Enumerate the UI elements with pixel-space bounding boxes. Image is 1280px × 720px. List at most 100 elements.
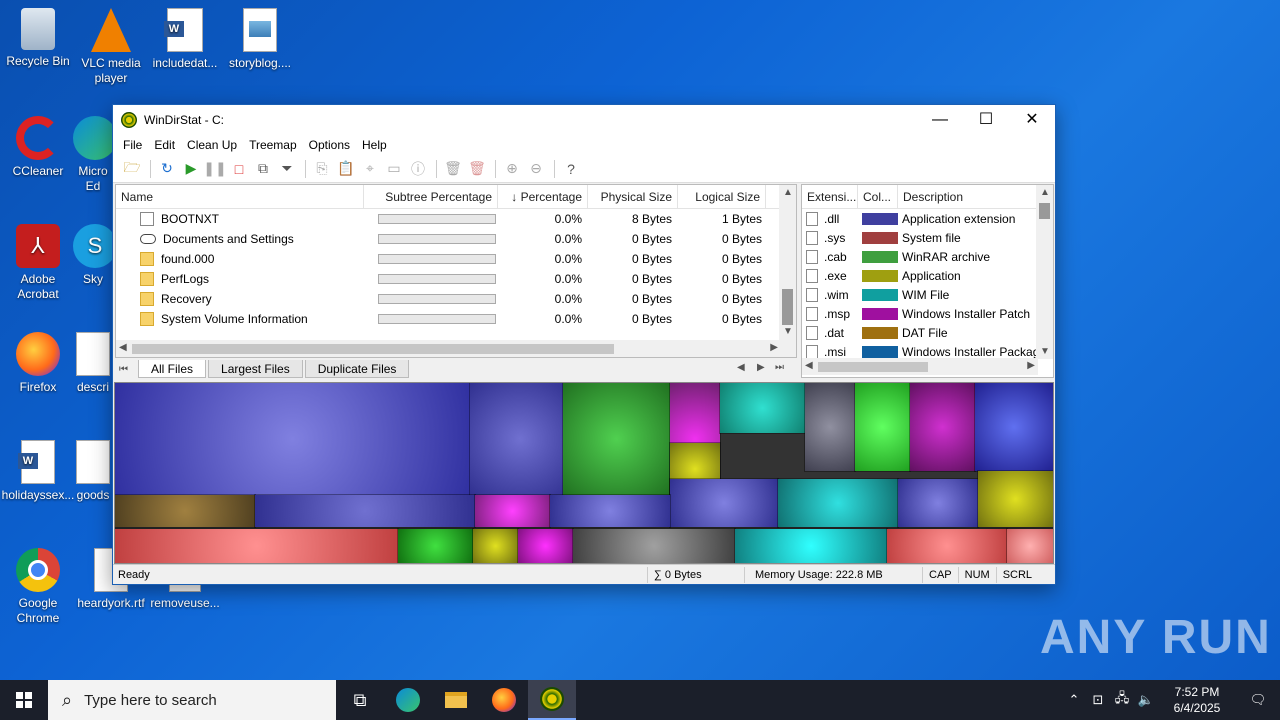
desktop-icon-goods[interactable]: goods: [73, 440, 113, 503]
scroll-right-arrow[interactable]: ▶: [1027, 360, 1035, 371]
close-button[interactable]: ✕: [1009, 105, 1055, 135]
treemap-block[interactable]: [115, 494, 256, 528]
desktop-icon-storyblog[interactable]: storyblog....: [222, 8, 298, 71]
tab-prev-icon[interactable]: ◀: [737, 362, 745, 373]
desktop-icon-holidayssex[interactable]: W holidayssex...: [0, 440, 76, 503]
network-icon[interactable]: 🖧: [1110, 689, 1134, 711]
scroll-thumb[interactable]: [818, 362, 928, 372]
pause-icon[interactable]: ❚❚: [203, 158, 226, 180]
scroll-right-arrow[interactable]: ▶: [770, 342, 778, 353]
scroll-down-arrow[interactable]: ▼: [783, 326, 793, 337]
desktop-icon-ccleaner[interactable]: CCleaner: [0, 116, 76, 179]
copy-path-icon[interactable]: ⎘: [311, 158, 333, 180]
desktop-icon-includedat[interactable]: W includedat...: [147, 8, 223, 71]
desktop-icon-firefox[interactable]: Firefox: [0, 332, 76, 395]
treemap-block[interactable]: [469, 383, 571, 496]
clock[interactable]: 7:52 PM 6/4/2025: [1158, 684, 1236, 716]
recycle-delete-icon[interactable]: 🗑: [442, 158, 464, 180]
scroll-up-arrow[interactable]: ▲: [1040, 187, 1050, 198]
ext-vertical-scrollbar[interactable]: ▲ ▼: [1036, 185, 1053, 359]
tab-first-icon[interactable]: ⏮: [119, 364, 128, 375]
refresh-icon[interactable]: ↻: [156, 158, 178, 180]
extension-list[interactable]: Extensi... Col... Description .dll Applic…: [801, 184, 1054, 378]
treemap-block[interactable]: [115, 528, 399, 563]
menu-clean-up[interactable]: Clean Up: [181, 138, 243, 152]
tab-all-files[interactable]: All Files: [138, 360, 207, 378]
task-view-icon[interactable]: ⧉: [336, 680, 384, 720]
edge-taskbar-icon[interactable]: [384, 680, 432, 720]
treemap-block[interactable]: [472, 528, 519, 563]
extension-row[interactable]: .dll Application extension: [802, 209, 1053, 228]
tree-row[interactable]: Recovery 0.0% 0 Bytes 0 Bytes: [116, 289, 796, 309]
desktop-icon-skype[interactable]: S Sky: [73, 224, 113, 287]
extension-row[interactable]: .exe Application: [802, 266, 1053, 285]
extension-row[interactable]: .msp Windows Installer Patch: [802, 304, 1053, 323]
scroll-thumb[interactable]: [782, 289, 793, 325]
treemap-block[interactable]: [254, 494, 476, 528]
explorer-icon[interactable]: ⌖: [359, 158, 381, 180]
tab-last-icon[interactable]: ⏭: [775, 362, 784, 373]
treemap-block[interactable]: [397, 528, 474, 563]
play-icon[interactable]: ▶: [180, 158, 202, 180]
column-physical-size[interactable]: Physical Size: [588, 185, 678, 208]
desktop-icon-recycle-bin[interactable]: Recycle Bin: [0, 8, 76, 69]
tree-horizontal-scrollbar[interactable]: ◀ ▶: [116, 340, 781, 357]
treemap-block[interactable]: [897, 478, 979, 528]
tab-next-icon[interactable]: ▶: [757, 362, 765, 373]
desktop-icon-descri[interactable]: descri: [73, 332, 113, 395]
notification-icon[interactable]: 🗨: [1236, 692, 1280, 708]
directory-tree[interactable]: Name Subtree Percentage ↓ Percentage Phy…: [115, 184, 797, 358]
tree-row[interactable]: found.000 0.0% 0 Bytes 0 Bytes: [116, 249, 796, 269]
column-description[interactable]: Description: [898, 185, 1038, 208]
file-explorer-icon[interactable]: [432, 680, 480, 720]
extension-row[interactable]: .wim WIM File: [802, 285, 1053, 304]
treemap-block[interactable]: [886, 528, 1008, 563]
column-percentage[interactable]: ↓ Percentage: [498, 185, 588, 208]
open-folder-icon[interactable]: 🗁: [121, 158, 143, 180]
scroll-left-arrow[interactable]: ◀: [805, 360, 813, 371]
scroll-left-arrow[interactable]: ◀: [119, 342, 127, 353]
delete-icon[interactable]: 🗑: [466, 158, 488, 180]
treemap-block[interactable]: [854, 383, 911, 472]
tree-row[interactable]: System Volume Information 0.0% 0 Bytes 0 By…: [116, 309, 796, 329]
treemap-block[interactable]: [977, 470, 1053, 528]
column-logical-size[interactable]: Logical Size: [678, 185, 766, 208]
device-icon[interactable]: ⊡: [1086, 692, 1110, 708]
title-bar[interactable]: WinDirStat - C: — ☐ ✕: [113, 105, 1055, 135]
chevron-up-icon[interactable]: ⌃: [1062, 692, 1086, 708]
firefox-taskbar-icon[interactable]: [480, 680, 528, 720]
treemap-block[interactable]: [804, 383, 856, 472]
windirstat-taskbar-icon[interactable]: [528, 680, 576, 720]
desktop-icon-vlc[interactable]: VLC media player: [73, 8, 149, 86]
menu-edit[interactable]: Edit: [148, 138, 181, 152]
column-subtree-percentage[interactable]: Subtree Percentage: [364, 185, 498, 208]
properties-icon[interactable]: ⓘ: [407, 158, 429, 180]
treemap[interactable]: [114, 382, 1054, 564]
tab-largest-files[interactable]: Largest Files: [208, 360, 303, 378]
filter-icon[interactable]: ⏷: [276, 158, 298, 180]
tree-vertical-scrollbar[interactable]: ▲ ▼: [779, 185, 796, 357]
column-extension[interactable]: Extensi...: [802, 185, 858, 208]
paste-icon[interactable]: 📋: [335, 158, 357, 180]
tree-row[interactable]: Documents and Settings 0.0% 0 Bytes 0 Bytes: [116, 229, 796, 249]
extension-row[interactable]: .cab WinRAR archive: [802, 247, 1053, 266]
treemap-block[interactable]: [719, 383, 806, 434]
treemap-block[interactable]: [1006, 528, 1053, 563]
desktop-icon-chrome[interactable]: Google Chrome: [0, 548, 76, 626]
treemap-block[interactable]: [974, 383, 1053, 472]
extension-row[interactable]: .dat DAT File: [802, 323, 1053, 342]
copy-icon[interactable]: ⧉: [252, 158, 274, 180]
ext-horizontal-scrollbar[interactable]: ◀ ▶: [802, 358, 1038, 375]
tab-duplicate-files[interactable]: Duplicate Files: [304, 360, 410, 378]
zoom-out-icon[interactable]: ⊖: [525, 158, 547, 180]
help-icon[interactable]: ?: [560, 158, 582, 180]
treemap-block[interactable]: [474, 494, 551, 528]
scroll-thumb[interactable]: [132, 344, 614, 354]
treemap-block[interactable]: [562, 383, 671, 496]
stop-icon[interactable]: □: [228, 158, 250, 180]
volume-icon[interactable]: 🔈: [1134, 692, 1158, 708]
extension-row[interactable]: .sys System file: [802, 228, 1053, 247]
minimize-button[interactable]: —: [917, 105, 963, 135]
taskbar-search[interactable]: ⌕ Type here to search: [48, 680, 336, 720]
treemap-block[interactable]: [549, 494, 671, 528]
